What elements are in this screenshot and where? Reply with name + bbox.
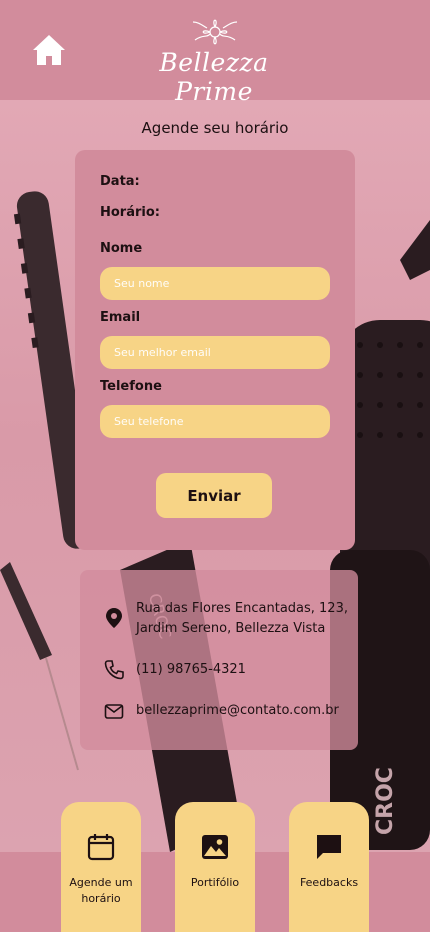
nav-feedbacks-button[interactable]: Feedbacks [289, 802, 369, 932]
date-label: Data: [100, 174, 140, 189]
page-title: Agende seu horário [141, 119, 289, 137]
nav-portfolio-label: Portifólio [190, 876, 240, 889]
brand-name: Bellezza Prime [159, 48, 269, 106]
submit-button[interactable]: Enviar [156, 473, 272, 518]
name-input[interactable] [100, 267, 330, 300]
email-label: Email [100, 310, 141, 325]
croc-brand-text: CROC [373, 767, 398, 835]
brand-logo[interactable]: Bellezza Prime [125, 8, 303, 106]
phone-number: (11) 98765-4321 [136, 662, 246, 677]
mail-icon [104, 704, 124, 719]
address-line-2: Jardim Sereno, Bellezza Vista [136, 621, 326, 636]
contact-info: Rua das Flores Encantadas, 123, Jardim S… [80, 570, 358, 750]
booking-form: Data: Horário: Nome Email Telefone Envia… [75, 150, 355, 550]
address-line-1: Rua das Flores Encantadas, 123, [136, 601, 348, 616]
image-icon [202, 835, 228, 859]
chat-icon [317, 835, 341, 859]
header: Bellezza Prime [0, 0, 430, 106]
email-input[interactable] [100, 336, 330, 369]
time-label: Horário: [100, 205, 160, 220]
location-pin-icon [106, 608, 122, 628]
home-icon[interactable] [31, 33, 67, 67]
calendar-icon [87, 834, 115, 861]
nav-feedbacks-label: Feedbacks [299, 876, 359, 889]
phone-label: Telefone [100, 379, 162, 394]
nav-schedule-button[interactable]: Agende um horário [61, 802, 141, 932]
nav-schedule-label: Agende um horário [69, 876, 133, 905]
name-label: Nome [100, 241, 143, 256]
email-address: bellezzaprime@contato.com.br [136, 703, 339, 718]
phone-icon [104, 660, 124, 680]
nav-portfolio-button[interactable]: Portifólio [175, 802, 255, 932]
phone-input[interactable] [100, 405, 330, 438]
flower-icon [192, 19, 238, 45]
